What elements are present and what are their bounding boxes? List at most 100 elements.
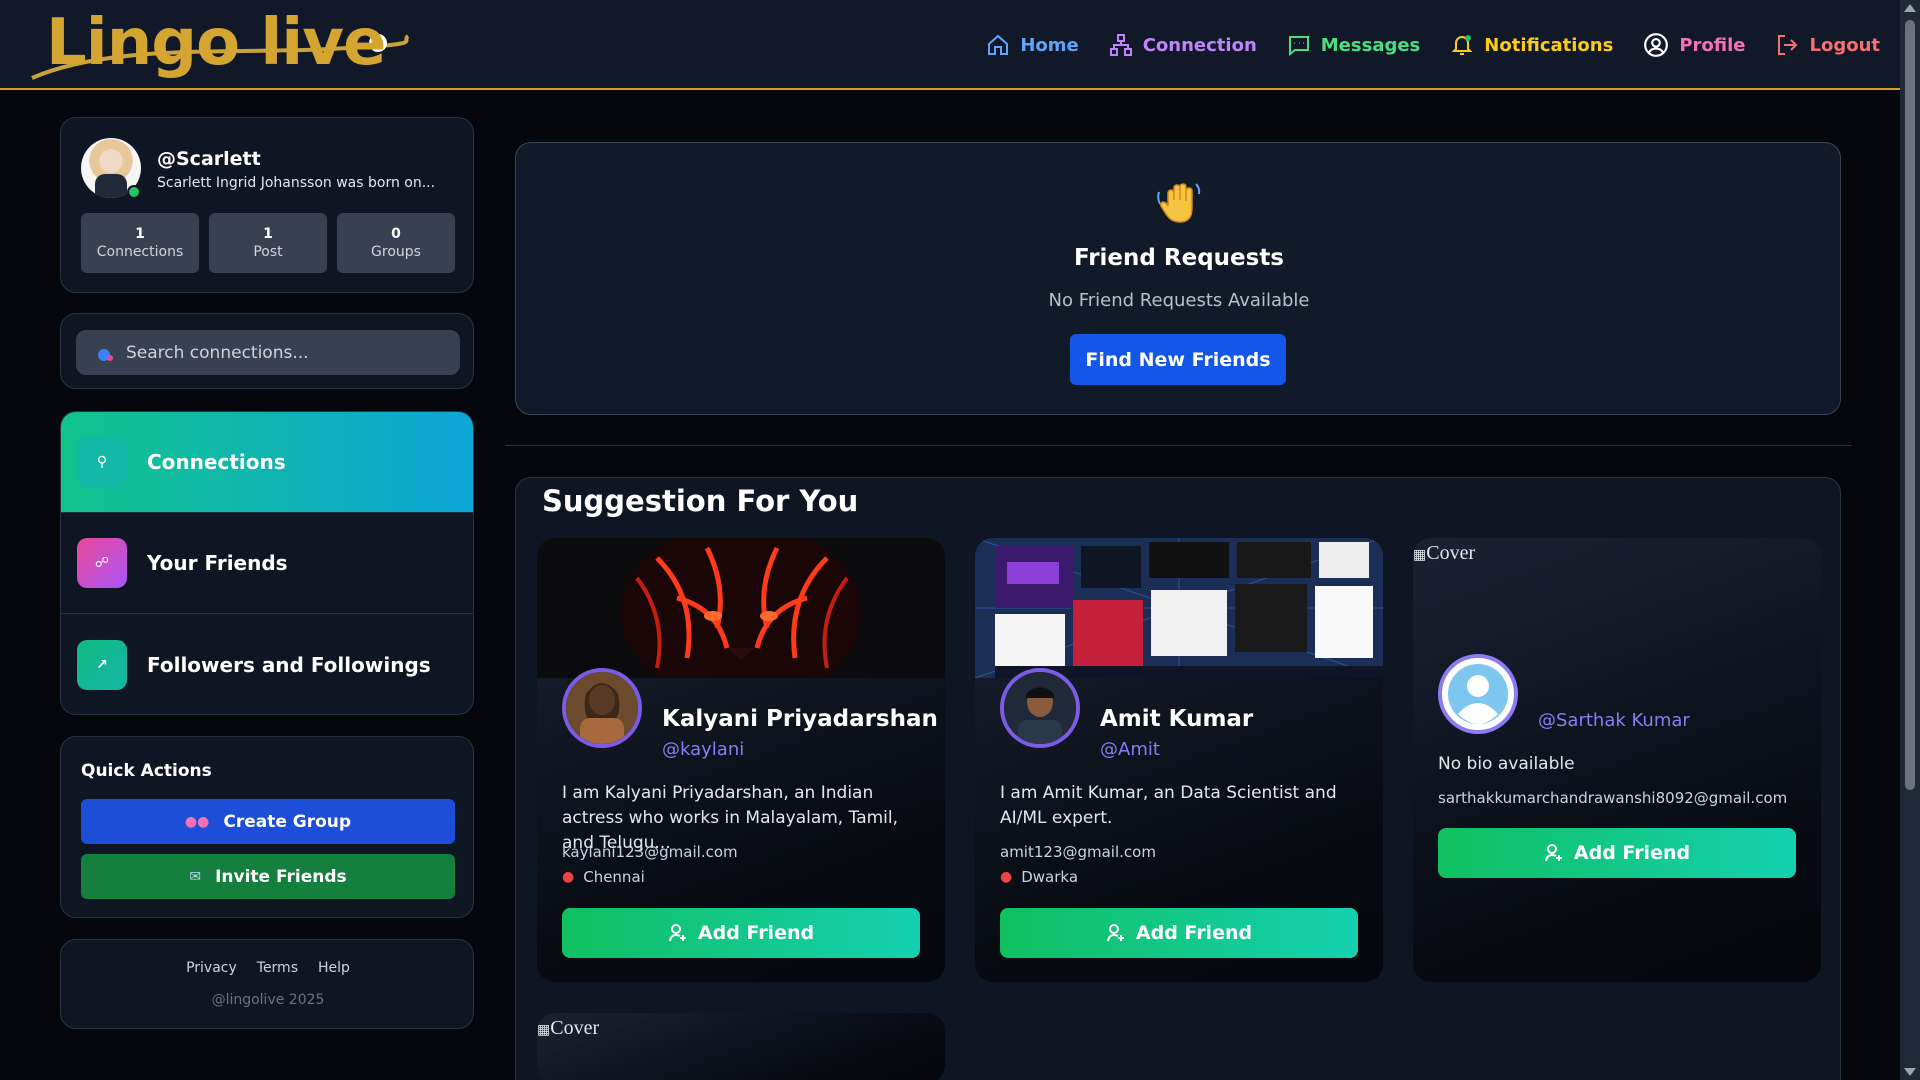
scroll-up-arrow-icon[interactable] [1904, 4, 1916, 12]
suggestions-title: Suggestion For You [542, 484, 859, 518]
home-icon [988, 34, 1009, 55]
nav-logout-label: Logout [1809, 34, 1880, 56]
suggestions-panel: Suggestion For You Kalyani Priyadarshan [515, 477, 1841, 1080]
suggestion-handle[interactable]: @Amit [1100, 739, 1160, 760]
arrow-up-right-icon: ↗ [77, 639, 127, 690]
link-icon: ☍ [77, 538, 127, 588]
scroll-thumb[interactable] [1905, 20, 1915, 790]
location-pin-icon: ● [1000, 869, 1013, 885]
copyright: @lingolive 2025 [211, 992, 325, 1008]
waving-hand-icon [516, 178, 1842, 232]
quick-actions-panel: Quick Actions ●● Create Group ✉ Invite F… [60, 736, 474, 918]
sidebar-item-label: Your Friends [147, 551, 288, 575]
avatar[interactable] [562, 668, 642, 748]
create-group-label: Create Group [223, 811, 352, 832]
cover-image [537, 538, 945, 678]
nav-messages[interactable]: Messages [1287, 33, 1420, 57]
user-plus-icon [668, 924, 686, 942]
friend-requests-empty-text: No Friend Requests Available [1048, 290, 1310, 311]
add-friend-label: Add Friend [697, 922, 815, 944]
search-box[interactable] [76, 330, 460, 375]
profile-username[interactable]: @Scarlett [157, 148, 261, 170]
suggestion-location: ● Chennai [562, 868, 645, 886]
sidebar-item-followers[interactable]: ↗ Followers and Followings [61, 614, 473, 714]
user-plus-icon [1544, 844, 1562, 862]
nav-notifications-label: Notifications [1484, 34, 1614, 56]
suggestion-location: ● Dwarka [1000, 868, 1078, 886]
sidebar-menu: ⚲ Connections ☍ Your Friends ↗ Followers… [60, 411, 474, 715]
search-icon [98, 348, 113, 361]
cover-alt-text: Cover [1426, 542, 1476, 564]
suggestion-card: Kalyani Priyadarshan @kaylani I am Kalya… [537, 538, 945, 982]
lingo-live-logo[interactable]: Lingo live [30, 4, 420, 84]
suggestion-bio: I am Amit Kumar, an Data Scientist and A… [1000, 783, 1337, 828]
invite-friends-button[interactable]: ✉ Invite Friends [81, 854, 455, 899]
sidebar-item-label: Followers and Followings [147, 652, 431, 677]
sidebar-item-connections[interactable]: ⚲ Connections [61, 412, 473, 513]
envelope-icon: ✉ [189, 868, 202, 885]
nav-home[interactable]: Home [986, 33, 1079, 57]
bell-icon [1451, 35, 1473, 55]
add-friend-label: Add Friend [1135, 922, 1253, 944]
nav-connection-label: Connection [1142, 34, 1257, 56]
add-friend-button[interactable]: Add Friend [562, 908, 920, 958]
nav-logout[interactable]: Logout [1775, 33, 1880, 57]
cover-image [975, 538, 1383, 678]
suggestion-card: ▦Cover [537, 1013, 945, 1080]
suggestion-handle[interactable]: @Sarthak Kumar [1538, 710, 1690, 731]
friend-requests-panel: Friend Requests No Friend Requests Avail… [515, 142, 1841, 415]
stat-groups[interactable]: 0 Groups [337, 213, 455, 273]
logo-text: Lingo live [46, 6, 386, 80]
help-link[interactable]: Help [318, 960, 350, 976]
nav-profile-label: Profile [1679, 34, 1746, 56]
cover-alt-text: Cover [550, 1017, 600, 1039]
online-status-dot [127, 185, 141, 199]
privacy-link[interactable]: Privacy [186, 960, 237, 976]
navbar: Lingo live Home Connection Messages Noti… [0, 0, 1900, 90]
stat-value: 0 [391, 226, 401, 242]
user-icon: ⚲ [77, 437, 127, 487]
search-input[interactable] [126, 342, 446, 363]
location-text: Chennai [583, 868, 645, 886]
suggestion-name[interactable]: Amit Kumar [1100, 706, 1253, 732]
sidebar-footer: Privacy Terms Help @lingolive 2025 [60, 939, 474, 1029]
broken-cover-image: ▦Cover [1413, 542, 1475, 565]
logout-icon [1778, 35, 1798, 55]
stat-label: Groups [371, 244, 421, 260]
nav-profile[interactable]: Profile [1643, 32, 1745, 58]
profile-bio: Scarlett Ingrid Johansson was born on... [157, 175, 436, 191]
terms-link[interactable]: Terms [257, 960, 298, 976]
suggestion-name[interactable]: Kalyani Priyadarshan [662, 706, 938, 732]
sidebar-item-label: Connections [147, 450, 286, 474]
stat-connections[interactable]: 1 Connections [81, 213, 199, 273]
page-scrollbar[interactable] [1900, 0, 1920, 1080]
user-plus-icon [1106, 924, 1124, 942]
profile-card: @Scarlett Scarlett Ingrid Johansson was … [60, 117, 474, 293]
broken-image-icon: ▦ [537, 1023, 551, 1038]
scroll-down-arrow-icon[interactable] [1904, 1068, 1916, 1076]
suggestion-card: ▦Cover @Sarthak Kumar No bio available s… [1413, 538, 1821, 982]
friend-requests-title: Friend Requests [1073, 245, 1285, 271]
add-friend-button[interactable]: Add Friend [1000, 908, 1358, 958]
nav-notifications[interactable]: Notifications [1450, 33, 1613, 57]
suggestion-handle[interactable]: @kaylani [662, 739, 744, 760]
broken-image-icon: ▦ [1413, 548, 1427, 563]
nav-links: Home Connection Messages Notifications P… [956, 0, 1880, 90]
add-friend-button[interactable]: Add Friend [1438, 828, 1796, 878]
sidebar-item-your-friends[interactable]: ☍ Your Friends [61, 513, 473, 614]
find-new-friends-button[interactable]: Find New Friends [1070, 334, 1286, 385]
nav-connection[interactable]: Connection [1109, 33, 1257, 57]
invite-friends-label: Invite Friends [215, 866, 347, 887]
quick-actions-title: Quick Actions [81, 761, 212, 781]
section-divider [505, 445, 1852, 446]
location-text: Dwarka [1021, 868, 1079, 886]
suggestion-email: kaylani123@gmail.com [562, 843, 738, 861]
create-group-button[interactable]: ●● Create Group [81, 799, 455, 844]
avatar[interactable] [1000, 668, 1080, 748]
broken-cover-image: ▦Cover [537, 1017, 599, 1040]
stat-posts[interactable]: 1 Post [209, 213, 327, 273]
default-user-icon [1448, 664, 1508, 724]
default-avatar[interactable] [1438, 654, 1518, 734]
profile-stats: 1 Connections 1 Post 0 Groups [81, 213, 455, 273]
message-icon [1288, 36, 1309, 57]
